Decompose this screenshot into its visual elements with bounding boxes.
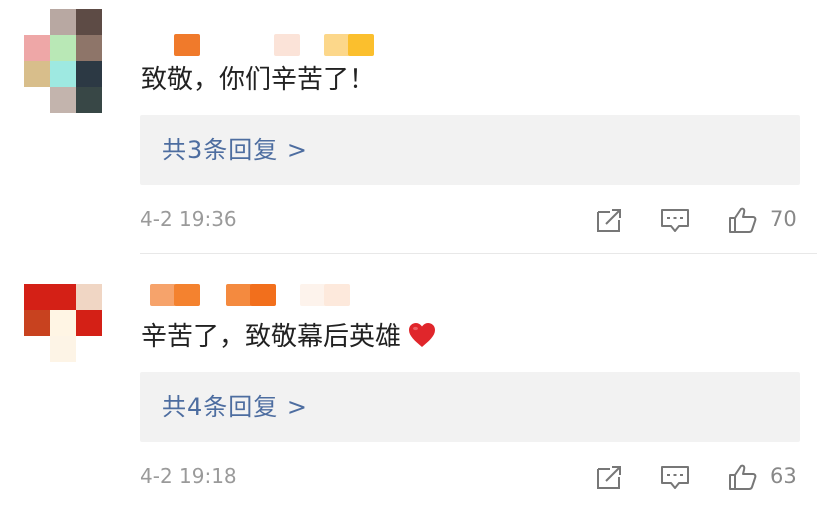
comment-meta: 4-2 19:18 63 [140,460,805,492]
replies-box[interactable]: 共3条回复 > [140,115,800,185]
comment-meta: 4-2 19:36 70 [140,203,805,235]
share-icon[interactable] [594,206,624,234]
avatar[interactable] [24,284,102,388]
like-count: 70 [770,207,797,231]
red-heart-icon [409,323,436,347]
comment-text-content: 辛苦了，致敬幕后英雄 [141,322,402,352]
avatar[interactable] [24,9,102,113]
timestamp: 4-2 19:18 [140,464,237,488]
divider [140,253,817,254]
like-count: 63 [770,464,797,488]
comment-text: 辛苦了，致敬幕后英雄 [141,317,437,357]
replies-box[interactable]: 共4条回复 > [140,372,800,442]
comment-item: 致敬，你们辛苦了！ 共3条回复 > 4-2 19:36 70 [0,0,817,254]
comment-item: 辛苦了，致敬幕后英雄 共4条回复 > 4-2 19:18 63 [0,255,817,509]
view-replies-link[interactable]: 共4条回复 > [162,372,308,442]
comment-icon[interactable] [660,463,690,491]
comment-text: 致敬，你们辛苦了！ [141,65,376,95]
view-replies-link[interactable]: 共3条回复 > [162,115,308,185]
timestamp: 4-2 19:36 [140,207,237,231]
comment-icon[interactable] [660,206,690,234]
thumbs-up-icon[interactable] [728,463,758,491]
thumbs-up-icon[interactable] [728,206,758,234]
share-icon[interactable] [594,463,624,491]
